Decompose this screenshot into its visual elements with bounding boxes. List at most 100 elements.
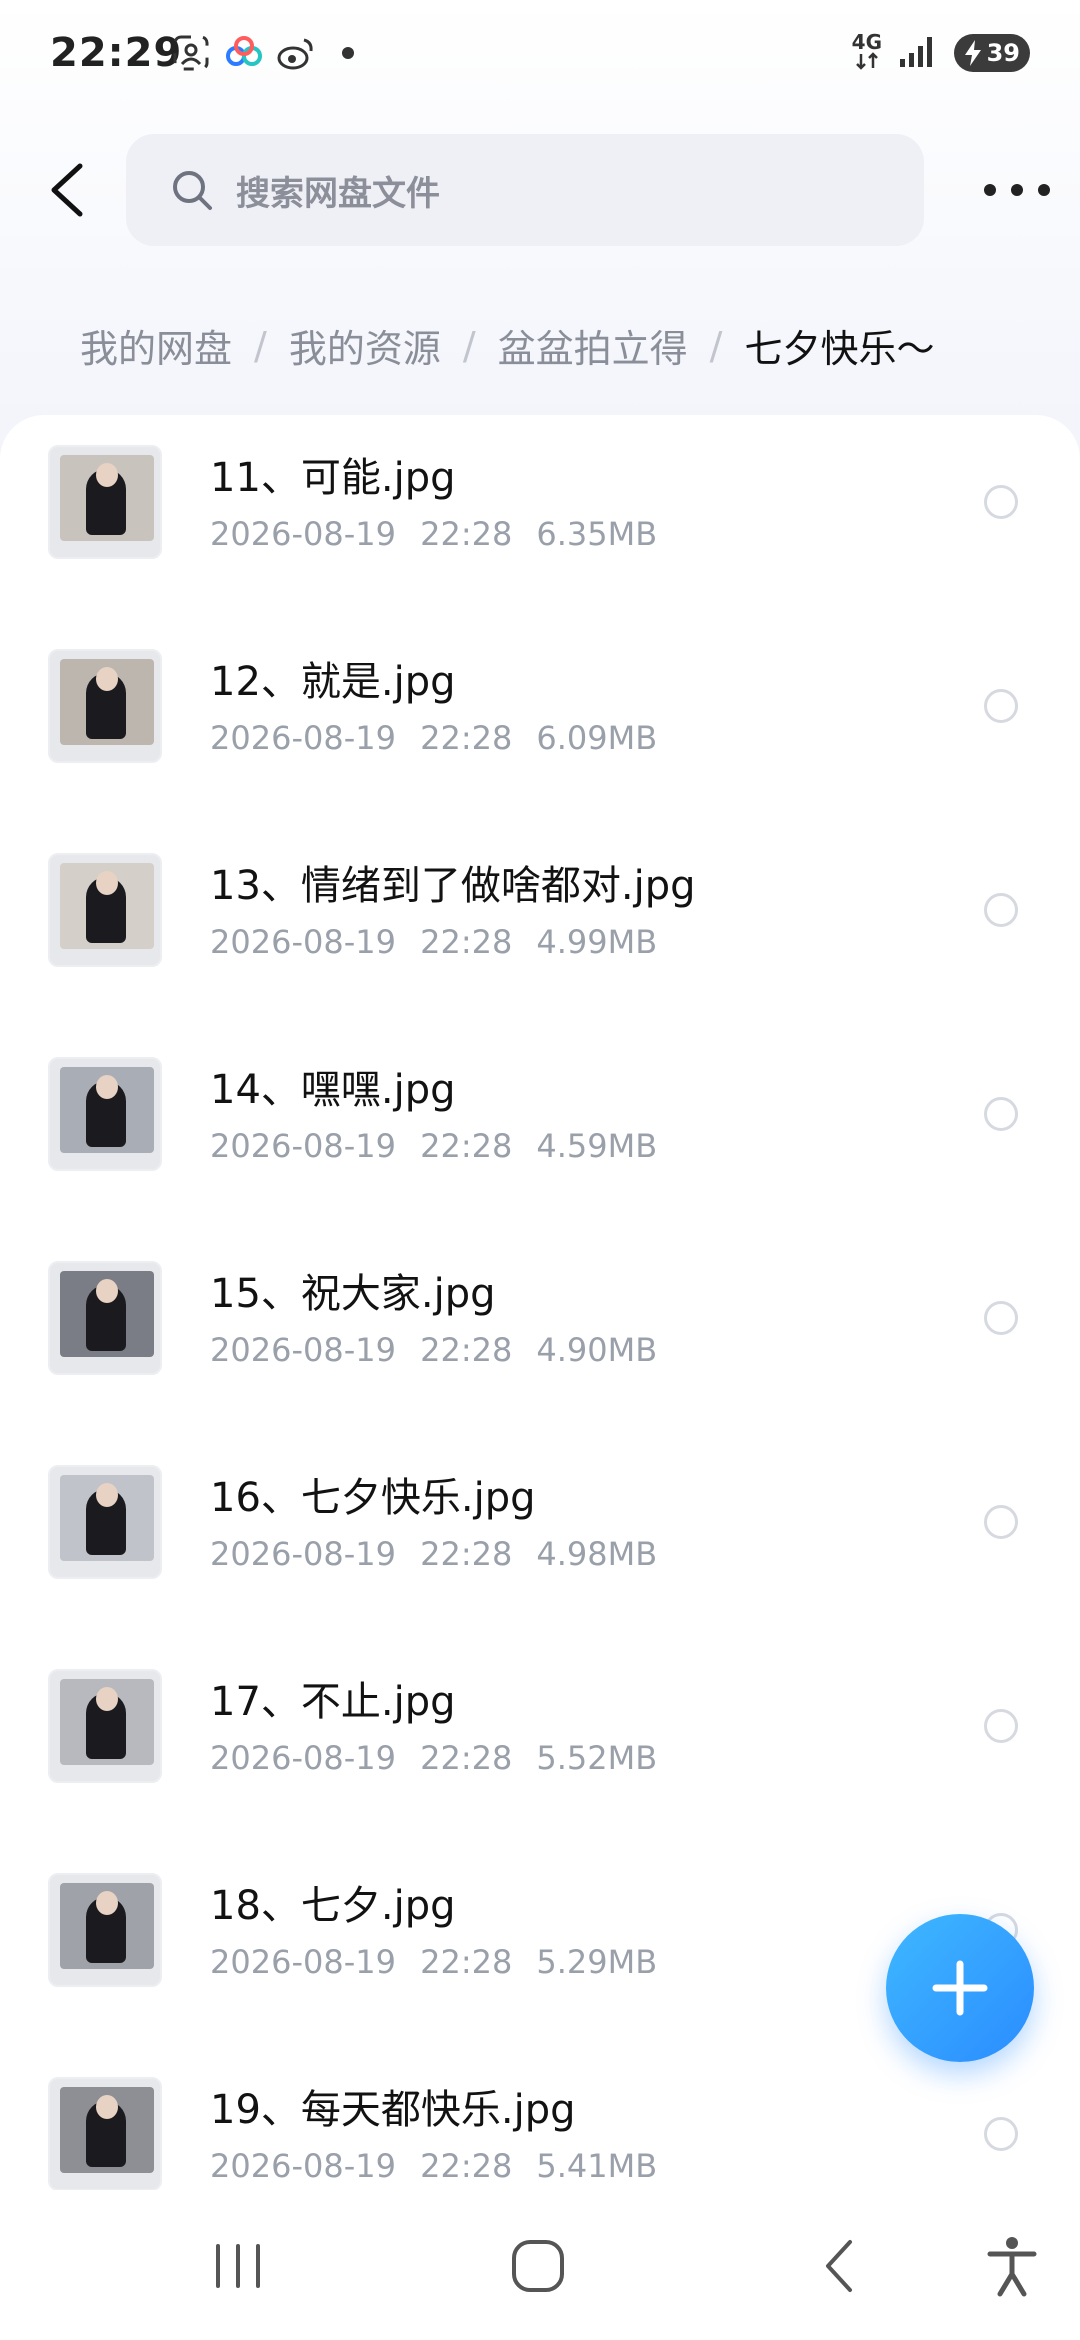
more-dot-icon (1038, 184, 1050, 196)
file-date: 2026-08-19 (210, 719, 396, 757)
file-row[interactable]: 12、就是.jpg 2026-08-19 22:28 6.09MB (0, 619, 1080, 823)
file-thumbnail (48, 1669, 162, 1783)
file-row[interactable]: 11、可能.jpg 2026-08-19 22:28 6.35MB (0, 415, 1080, 619)
add-button[interactable] (886, 1914, 1034, 2062)
file-time: 22:28 (420, 1331, 513, 1369)
file-meta: 2026-08-19 22:28 5.41MB (210, 2147, 657, 2185)
file-time: 22:28 (420, 923, 513, 961)
file-date: 2026-08-19 (210, 1739, 396, 1777)
file-time: 22:28 (420, 1943, 513, 1981)
select-checkbox[interactable] (984, 1301, 1018, 1335)
file-meta: 2026-08-19 22:28 6.35MB (210, 515, 657, 553)
file-size: 4.98MB (536, 1535, 658, 1573)
search-placeholder: 搜索网盘文件 (236, 173, 440, 214)
file-name: 13、情绪到了做啥都对.jpg (210, 863, 696, 909)
accessibility-button[interactable] (980, 2234, 1044, 2298)
file-thumbnail (48, 2077, 162, 2190)
search-icon (173, 171, 212, 210)
home-icon (512, 2240, 564, 2292)
file-thumbnail (48, 1261, 162, 1375)
select-checkbox[interactable] (984, 485, 1018, 519)
file-date: 2026-08-19 (210, 1943, 396, 1981)
breadcrumb: 我的网盘 / 我的资源 / 盆盆拍立得 / 七夕快乐～ (80, 318, 935, 373)
file-thumbnail (48, 1057, 162, 1171)
file-meta: 2026-08-19 22:28 4.59MB (210, 1127, 657, 1165)
select-checkbox[interactable] (984, 1097, 1018, 1131)
file-name: 15、祝大家.jpg (210, 1271, 496, 1317)
file-row[interactable]: 13、情绪到了做啥都对.jpg 2026-08-19 22:28 4.99MB (0, 823, 1080, 1027)
breadcrumb-separator: / (709, 323, 723, 368)
more-dot-icon (984, 184, 996, 196)
back-arrow-icon (51, 163, 83, 217)
file-date: 2026-08-19 (210, 1331, 396, 1369)
file-row[interactable]: 14、嘿嘿.jpg 2026-08-19 22:28 4.59MB (0, 1027, 1080, 1231)
nav-back-icon (826, 2240, 852, 2292)
header: 搜索网盘文件 (0, 130, 1080, 250)
file-date: 2026-08-19 (210, 1127, 396, 1165)
network-type: 4G (852, 32, 882, 73)
cloud-app-icon (224, 34, 262, 72)
breadcrumb-item-folder[interactable]: 盆盆拍立得 (498, 318, 688, 373)
notification-icons (172, 34, 354, 72)
recent-apps-icon (216, 2244, 260, 2288)
search-input[interactable]: 搜索网盘文件 (126, 134, 924, 246)
select-checkbox[interactable] (984, 1709, 1018, 1743)
nav-back-button[interactable] (810, 2234, 874, 2298)
file-thumbnail (48, 853, 162, 967)
breadcrumb-separator: / (254, 323, 267, 368)
status-bar: 22:29 4G 39 (0, 0, 1080, 110)
file-size: 5.52MB (536, 1739, 658, 1777)
file-name: 16、七夕快乐.jpg (210, 1475, 536, 1521)
more-dot-icon (1011, 184, 1023, 196)
back-button[interactable] (40, 158, 104, 222)
file-size: 4.59MB (536, 1127, 658, 1165)
screen: 22:29 4G 39 搜索网盘文件 我的网盘 / 我的资源 / 盆盆拍立得 /… (0, 0, 1080, 2340)
file-date: 2026-08-19 (210, 515, 396, 553)
file-thumbnail (48, 1465, 162, 1579)
file-time: 22:28 (420, 1739, 513, 1777)
select-checkbox[interactable] (984, 689, 1018, 723)
file-meta: 2026-08-19 22:28 4.98MB (210, 1535, 657, 1573)
file-time: 22:28 (420, 1535, 513, 1573)
select-checkbox[interactable] (984, 893, 1018, 927)
file-size: 4.90MB (536, 1331, 658, 1369)
screenshot-icon (172, 34, 210, 72)
file-row[interactable]: 17、不止.jpg 2026-08-19 22:28 5.52MB (0, 1639, 1080, 1843)
file-time: 22:28 (420, 1127, 513, 1165)
more-options-button[interactable] (984, 160, 1050, 220)
file-name: 11、可能.jpg (210, 455, 456, 501)
breadcrumb-item-my-resources[interactable]: 我的资源 (289, 318, 441, 373)
file-thumbnail (48, 445, 162, 559)
file-time: 22:28 (420, 2147, 513, 2185)
recent-apps-button[interactable] (206, 2234, 270, 2298)
file-name: 14、嘿嘿.jpg (210, 1067, 456, 1113)
file-row[interactable]: 19、每天都快乐.jpg 2026-08-19 22:28 5.41MB (0, 2047, 1080, 2190)
more-notifications-dot (342, 47, 354, 59)
file-row[interactable]: 16、七夕快乐.jpg 2026-08-19 22:28 4.98MB (0, 1435, 1080, 1639)
file-name: 18、七夕.jpg (210, 1883, 456, 1929)
file-date: 2026-08-19 (210, 923, 396, 961)
file-meta: 2026-08-19 22:28 5.29MB (210, 1943, 657, 1981)
file-meta: 2026-08-19 22:28 5.52MB (210, 1739, 657, 1777)
breadcrumb-item-my-drive[interactable]: 我的网盘 (80, 318, 232, 373)
signal-icon (898, 33, 938, 73)
select-checkbox[interactable] (984, 2117, 1018, 2151)
file-name: 12、就是.jpg (210, 659, 456, 705)
file-meta: 2026-08-19 22:28 6.09MB (210, 719, 657, 757)
file-time: 22:28 (420, 515, 513, 553)
file-size: 4.99MB (536, 923, 658, 961)
file-row[interactable]: 15、祝大家.jpg 2026-08-19 22:28 4.90MB (0, 1231, 1080, 1435)
status-right: 4G 39 (852, 32, 1030, 73)
plus-icon (932, 1960, 988, 2016)
accessibility-icon (987, 2237, 1037, 2297)
home-button[interactable] (506, 2234, 570, 2298)
system-nav-bar (0, 2190, 1080, 2340)
breadcrumb-separator: / (462, 323, 476, 368)
battery-indicator: 39 (954, 33, 1030, 72)
file-list: 11、可能.jpg 2026-08-19 22:28 6.35MB 12、就是.jpg… (0, 415, 1080, 2190)
status-time: 22:29 (50, 30, 183, 76)
file-size: 5.29MB (536, 1943, 658, 1981)
file-size: 5.41MB (536, 2147, 658, 2185)
file-time: 22:28 (420, 719, 513, 757)
select-checkbox[interactable] (984, 1505, 1018, 1539)
